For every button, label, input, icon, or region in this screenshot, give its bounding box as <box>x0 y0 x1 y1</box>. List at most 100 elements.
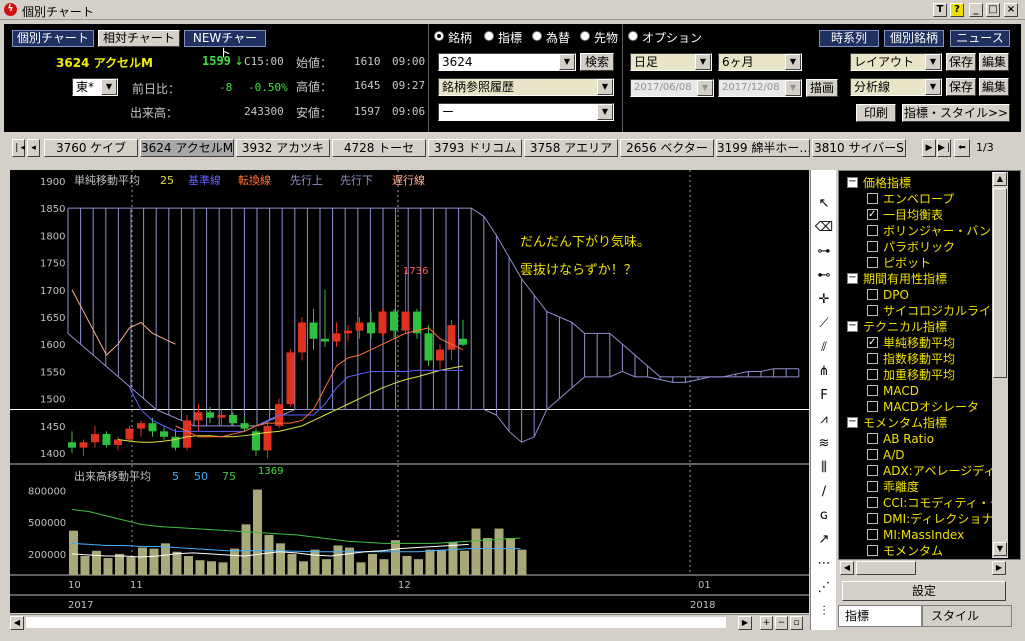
nav-individual-chart[interactable]: 個別チャート <box>12 30 94 47</box>
stock-tab[interactable]: 2656 ベクター <box>620 139 714 157</box>
tab-prev-icon[interactable]: ◂ <box>27 139 40 157</box>
indicator-item[interactable]: DMI:ディレクショナル <box>845 511 995 527</box>
scroll-track[interactable] <box>26 617 726 628</box>
indicator-item[interactable]: DPO <box>845 287 995 303</box>
ray-icon[interactable]: ↗ <box>814 530 834 550</box>
collapse-icon[interactable]: − <box>847 321 858 332</box>
indicator-item[interactable]: ピボット <box>845 255 995 271</box>
scroll-up-icon[interactable]: ▲ <box>993 172 1007 186</box>
indicator-checkbox[interactable] <box>867 513 878 524</box>
scroll-down-icon[interactable]: ▼ <box>993 542 1007 556</box>
indicator-item[interactable]: 指数移動平均 <box>845 351 995 367</box>
radio-futures[interactable] <box>580 31 590 41</box>
radio-stock[interactable] <box>434 31 444 41</box>
indicator-group[interactable]: − 価格指標 <box>845 175 995 191</box>
tab-first-icon[interactable]: ❘◂ <box>12 139 25 157</box>
draw-button[interactable]: 描画 <box>806 79 838 97</box>
indicator-checkbox[interactable] <box>867 241 878 252</box>
minimize-button[interactable]: _ <box>969 3 983 17</box>
fit-icon[interactable]: ▫ <box>790 616 803 630</box>
close-button[interactable]: × <box>1004 3 1018 17</box>
vline-icon[interactable]: ⊷ <box>814 266 834 286</box>
indicator-item[interactable]: AB Ratio <box>845 431 995 447</box>
indicator-checkbox[interactable] <box>867 353 878 364</box>
stock-tab[interactable]: 3624 アクセルM <box>140 139 234 157</box>
scroll-left-icon[interactable]: ◀ <box>840 561 854 575</box>
indicator-checkbox[interactable] <box>867 257 878 268</box>
news-button[interactable]: ニュース <box>950 30 1010 47</box>
indicator-checkbox[interactable] <box>867 305 878 316</box>
code-input[interactable]: 3624 <box>438 53 576 71</box>
stock-tab[interactable]: 4728 トーセ <box>332 139 426 157</box>
scroll-right-icon[interactable]: ▶ <box>992 561 1006 575</box>
hline-icon[interactable]: ⊶ <box>814 242 834 262</box>
chevron-down-icon[interactable]: ▼ <box>925 79 941 95</box>
help-button[interactable]: ? <box>950 3 964 17</box>
settings-button[interactable]: 設定 <box>842 581 1006 601</box>
fib-icon[interactable]: ⋔ <box>814 362 834 382</box>
channel-icon[interactable]: ≋ <box>814 434 834 454</box>
indicator-item[interactable]: A/D <box>845 447 995 463</box>
layout-edit-button[interactable]: 編集 <box>979 53 1009 71</box>
cross-icon[interactable]: ✛ <box>814 290 834 310</box>
indicator-item[interactable]: エンベロープ <box>845 191 995 207</box>
stock-tab[interactable]: 3793 ドリコム <box>428 139 522 157</box>
collapse-icon[interactable]: − <box>847 177 858 188</box>
chevron-down-icon[interactable]: ▼ <box>695 54 711 70</box>
indicator-hscroll[interactable]: ◀ ▶ <box>840 560 1008 576</box>
indicator-checkbox[interactable] <box>867 193 878 204</box>
zoom-in-icon[interactable]: + <box>760 616 773 630</box>
indicator-item[interactable]: ボリンジャー・バンド <box>845 223 995 239</box>
scroll-thumb[interactable] <box>856 561 916 575</box>
fib-f-icon[interactable]: Ϝ <box>814 386 834 406</box>
indicator-checkbox[interactable] <box>867 529 878 540</box>
indicator-item[interactable]: MACDオシレータ <box>845 399 995 415</box>
cycle-icon[interactable]: ⋯ <box>814 554 834 574</box>
nav-relative-chart[interactable]: 相対チャート <box>98 30 180 47</box>
indicator-item[interactable]: 一目均衡表 <box>845 207 995 223</box>
indicator-item[interactable]: CCI:コモディティ・チャ <box>845 495 995 511</box>
indicator-checkbox[interactable] <box>867 545 878 556</box>
line-icon[interactable]: ∕ <box>814 482 834 502</box>
radio-fx[interactable] <box>532 31 542 41</box>
tab-style[interactable]: スタイル <box>922 605 1012 627</box>
eraser-icon[interactable]: ⌫ <box>814 218 834 238</box>
stock-tab[interactable]: 3199 綿半ホー… <box>716 139 810 157</box>
chart-hscroll[interactable]: ◀ ▶ + − ▫ <box>10 614 809 630</box>
indicator-checkbox[interactable] <box>867 225 878 236</box>
fib-time-icon[interactable]: ⫼ <box>814 458 834 478</box>
indicator-item[interactable]: MACD <box>845 383 995 399</box>
chevron-down-icon[interactable]: ▼ <box>597 104 613 120</box>
indicator-item[interactable]: モメンタム <box>845 543 995 557</box>
zoom-out-icon[interactable]: − <box>775 616 788 630</box>
collapse-icon[interactable]: − <box>847 273 858 284</box>
chevron-down-icon[interactable]: ▼ <box>785 80 801 96</box>
indicator-item[interactable]: MI:MassIndex <box>845 527 995 543</box>
indicator-item[interactable]: サイコロジカルライン <box>845 303 995 319</box>
tab-last-icon[interactable]: ▶❘ <box>937 139 952 157</box>
indicator-group[interactable]: − モメンタム指標 <box>845 415 995 431</box>
chevron-down-icon[interactable]: ▼ <box>697 80 713 96</box>
analysis-edit-button[interactable]: 編集 <box>979 78 1009 96</box>
pointer-icon[interactable]: ↖ <box>814 194 834 214</box>
fib-g-icon[interactable]: ɢ <box>814 506 834 526</box>
indicator-style-button[interactable]: 指標・スタイル>> <box>902 104 1010 122</box>
stock-tab[interactable]: 3760 ケイブ <box>44 139 138 157</box>
indicator-item[interactable]: 加重移動平均 <box>845 367 995 383</box>
indicator-group[interactable]: − テクニカル指標 <box>845 319 995 335</box>
chart-area[interactable]: 1900 1850 1800 1750 1700 1650 1600 1550 1500 1450… <box>10 170 809 613</box>
indicator-checkbox[interactable] <box>867 449 878 460</box>
indicator-checkbox[interactable] <box>867 401 878 412</box>
indicator-checkbox[interactable] <box>867 289 878 300</box>
analysis-save-button[interactable]: 保存 <box>946 78 976 96</box>
indicator-checkbox[interactable] <box>867 385 878 396</box>
indicator-checkbox[interactable] <box>867 433 878 444</box>
chevron-down-icon[interactable]: ▼ <box>785 54 801 70</box>
individual-stock-button[interactable]: 個別銘柄 <box>884 30 944 47</box>
indicator-checkbox[interactable] <box>867 369 878 380</box>
timeseries-button[interactable]: 時系列 <box>819 30 879 47</box>
scroll-right-icon[interactable]: ▶ <box>738 616 752 630</box>
indicator-item[interactable]: 単純移動平均 <box>845 335 995 351</box>
stock-tab[interactable]: 3932 アカツキ <box>236 139 330 157</box>
fan-icon[interactable]: ⫽ <box>814 338 834 358</box>
